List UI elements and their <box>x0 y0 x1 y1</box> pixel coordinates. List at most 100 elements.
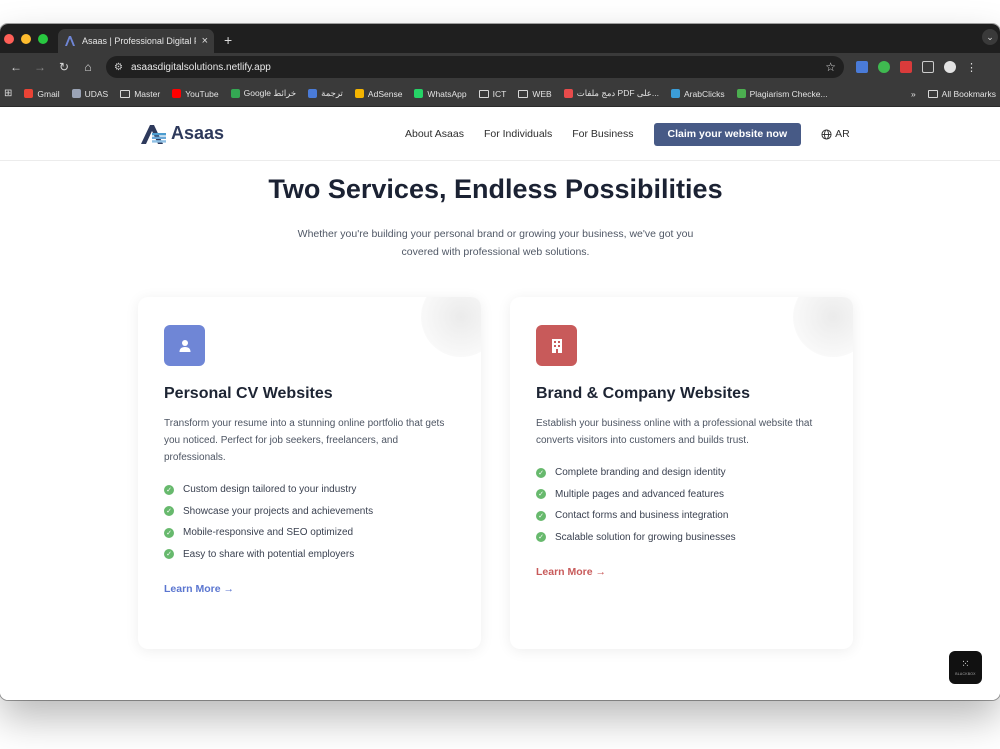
bookmark-favicon-icon <box>172 89 182 98</box>
blackbox-widget-button[interactable]: ⁙ BLACKBOX <box>949 651 982 684</box>
claim-website-button[interactable]: Claim your website now <box>653 122 802 146</box>
reload-icon[interactable]: ↻ <box>52 60 76 74</box>
feature-item: ✓ Contact forms and business integration <box>536 510 827 521</box>
all-bookmarks-button[interactable]: All Bookmarks <box>927 89 996 99</box>
close-tab-icon[interactable]: × <box>202 35 208 47</box>
bookmark-label: دمج ملفات PDF على... <box>576 88 659 98</box>
bookmark-item[interactable]: ICT <box>478 88 507 99</box>
hero-subtitle-line: Whether you're building your personal br… <box>297 228 694 240</box>
shield-extension-icon[interactable] <box>878 61 890 73</box>
back-icon[interactable]: ← <box>4 60 28 74</box>
bookmark-item[interactable]: WEB <box>518 89 552 99</box>
bookmark-favicon-icon <box>71 89 81 98</box>
tab-search-icon[interactable]: ⌄ <box>982 29 998 45</box>
bookmark-item[interactable]: Google خرائط <box>230 88 297 99</box>
feature-item: ✓ Scalable solution for growing businesse… <box>536 532 827 543</box>
feature-text: Custom design tailored to your industry <box>183 484 357 495</box>
apps-grid-icon[interactable]: ⊞ <box>4 88 12 99</box>
check-icon: ✓ <box>164 506 174 516</box>
site-info-icon[interactable]: ⚙ <box>114 62 123 73</box>
card-icon-badge <box>536 325 577 366</box>
bookmark-favicon-icon <box>736 89 746 98</box>
bookmark-star-icon[interactable]: ☆ <box>825 60 836 74</box>
card-description: Transform your resume into a stunning on… <box>164 418 445 463</box>
extensions-puzzle-icon[interactable] <box>922 61 934 73</box>
card-icon-badge <box>164 325 205 366</box>
bookmark-favicon-icon <box>414 89 424 98</box>
bookmarks-right: » All Bookmarks <box>911 89 996 99</box>
feature-text: Contact forms and business integration <box>555 510 729 521</box>
bookmark-label: Master <box>134 88 161 99</box>
feature-text: Easy to share with potential employers <box>183 548 355 560</box>
card-title: Personal CV Websites <box>164 385 333 402</box>
learn-more-link[interactable]: Learn More → <box>536 566 606 578</box>
bookmark-item[interactable]: ترجمة <box>308 88 343 99</box>
minimize-window-button[interactable] <box>21 34 31 44</box>
check-icon: ✓ <box>536 489 546 499</box>
bookmark-favicon-icon <box>230 89 240 98</box>
check-icon: ✓ <box>536 532 546 542</box>
mail-extension-icon[interactable] <box>900 61 912 73</box>
address-bar[interactable]: ⚙ asaasdigitalsolutions.netlify.app ☆ <box>106 56 844 78</box>
feature-item: ✓ Multiple pages and advanced features <box>536 489 827 500</box>
bookmark-item[interactable]: UDAS <box>71 88 109 99</box>
bookmark-label: YouTube <box>185 88 219 99</box>
bookmark-label: ArabClicks <box>683 88 725 99</box>
feature-item: ✓ Custom design tailored to your industry <box>164 484 455 495</box>
browser-tab[interactable]: Asaas | Professional Digital Pr × <box>58 29 214 53</box>
feature-item: ✓ Easy to share with potential employers <box>164 549 455 560</box>
bookmark-label: ترجمة <box>321 88 343 98</box>
bookmark-item[interactable]: Gmail <box>24 89 60 99</box>
bookmark-label: ICT <box>492 88 507 99</box>
profile-avatar[interactable] <box>944 61 956 73</box>
bookmark-label: UDAS <box>84 88 109 99</box>
bookmark-item[interactable]: Plagiarism Checke... <box>736 88 828 99</box>
bookmark-item[interactable]: دمج ملفات PDF على... <box>563 88 659 99</box>
bookmark-item[interactable]: ArabClicks <box>670 88 725 99</box>
bookmarks-overflow-button[interactable]: » <box>911 89 916 99</box>
folder-icon <box>927 89 938 98</box>
nav-individuals-link[interactable]: For Individuals <box>484 122 552 146</box>
site-header: Asaas About Asaas For Individuals For Bu… <box>0 107 1000 161</box>
feature-list: ✓ Custom design tailored to your industry… <box>164 484 455 560</box>
forward-icon[interactable]: → <box>28 60 52 74</box>
url-text: asaasdigitalsolutions.netlify.app <box>130 61 271 73</box>
check-icon: ✓ <box>536 510 546 521</box>
translate-extension-icon[interactable] <box>856 61 868 73</box>
new-tab-button[interactable]: + <box>214 32 232 53</box>
bookmark-label: Google خرائط <box>243 88 297 98</box>
home-icon[interactable]: ⌂ <box>76 60 100 74</box>
logo[interactable]: Asaas <box>141 123 224 144</box>
feature-text: Complete branding and design identity <box>555 467 726 478</box>
blackbox-logo-icon: ⁙ <box>961 658 970 670</box>
nav-business-link[interactable]: For Business <box>572 122 633 146</box>
feature-text: Mobile-responsive and SEO optimized <box>183 527 354 538</box>
card-description: Establish your business online with a pr… <box>536 418 813 446</box>
window-controls <box>0 34 48 53</box>
close-window-button[interactable] <box>4 34 14 44</box>
card-decoration <box>421 297 481 357</box>
folder-icon <box>478 89 489 98</box>
check-icon: ✓ <box>164 549 174 559</box>
bookmark-label: WhatsApp <box>427 88 467 99</box>
personal-cv-card: Personal CV Websites Transform your resu… <box>138 297 481 649</box>
blackbox-label: BLACKBOX <box>955 671 976 676</box>
bookmark-item[interactable]: AdSense <box>354 88 403 99</box>
bookmark-item[interactable]: Master <box>120 89 160 99</box>
language-switch[interactable]: AR <box>821 128 850 140</box>
maximize-window-button[interactable] <box>38 34 48 44</box>
bookmark-label: AdSense <box>367 88 403 99</box>
bookmark-item[interactable]: WhatsApp <box>414 88 467 99</box>
bookmark-item[interactable]: YouTube <box>172 88 219 99</box>
feature-item: ✓ Complete branding and design identity <box>536 467 827 478</box>
bookmark-label: Plagiarism Checke... <box>749 88 828 99</box>
feature-list: ✓ Complete branding and design identity ✓… <box>536 467 827 543</box>
learn-more-link[interactable]: Learn More → <box>164 583 234 595</box>
hero-title: Two Services, Endless Possibilities <box>268 174 723 204</box>
bookmark-list: Gmail UDAS Master YouTube Google خرائط ترجمة A… <box>24 88 828 99</box>
card-decoration <box>793 297 853 357</box>
menu-kebab-icon[interactable]: ⋮ <box>966 61 977 74</box>
feature-item: ✓ Mobile-responsive and SEO optimized <box>164 527 455 538</box>
nav-about-link[interactable]: About Asaas <box>405 122 464 146</box>
asaas-logo-icon <box>141 124 166 144</box>
